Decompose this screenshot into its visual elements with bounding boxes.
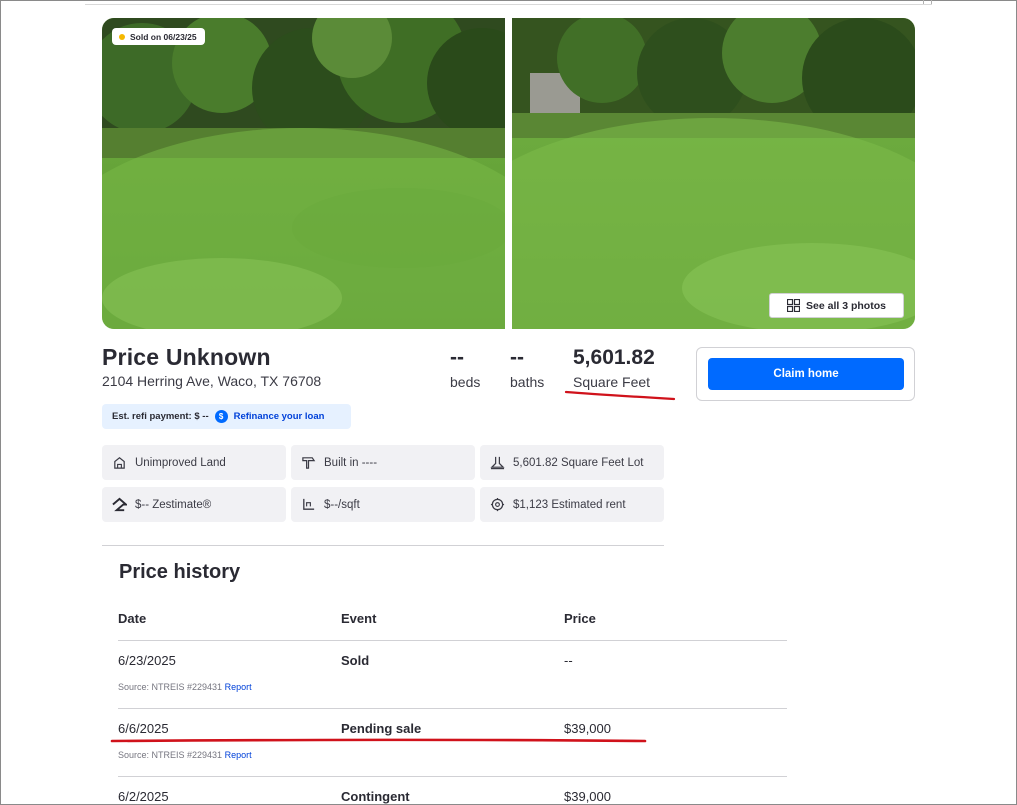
- fact-label: $1,123 Estimated rent: [513, 498, 626, 511]
- row-source-text: Source: NTREIS #229431: [118, 750, 223, 760]
- property-address: 2104 Herring Ave, Waco, TX 76708: [102, 373, 322, 389]
- refi-payment-banner: Est. refi payment: $ -- $ Refinance your…: [102, 404, 351, 429]
- row-event: Contingent: [341, 789, 410, 804]
- row-date: 6/6/2025: [118, 721, 169, 736]
- rent-icon: [489, 497, 505, 513]
- row-event: Sold: [341, 653, 370, 668]
- sold-badge: Sold on 06/23/25: [112, 28, 205, 45]
- row-source-text: Source: NTREIS #229431: [118, 682, 223, 692]
- claim-home-button[interactable]: Claim home: [708, 358, 904, 390]
- report-link[interactable]: Report: [225, 682, 252, 692]
- row-date: 6/23/2025: [118, 653, 176, 668]
- fact-land-type: Unimproved Land: [102, 445, 286, 480]
- sqft-stat: 5,601.82 Square Feet: [573, 346, 655, 390]
- row-divider: [118, 708, 787, 709]
- header-divider: [118, 640, 787, 641]
- zestimate-home-icon: [111, 497, 127, 513]
- report-link[interactable]: Report: [225, 750, 252, 760]
- row-source: Source: NTREIS #229431 Report: [118, 750, 252, 760]
- col-header-date: Date: [118, 611, 147, 626]
- row-price: --: [564, 653, 573, 668]
- row-price: $39,000: [564, 789, 611, 804]
- fact-label: $--/sqft: [324, 498, 360, 511]
- refinance-loan-link[interactable]: Refinance your loan: [234, 411, 325, 422]
- refi-payment-label: Est. refi payment: $ --: [112, 411, 209, 422]
- price-per-sqft-icon: [300, 497, 316, 513]
- col-header-price: Price: [564, 611, 596, 626]
- fact-label: Unimproved Land: [135, 456, 226, 469]
- photo-grid-icon: [787, 299, 801, 312]
- fact-label: 5,601.82 Square Feet Lot: [513, 456, 644, 469]
- photo-2[interactable]: See all 3 photos: [512, 18, 915, 329]
- top-cut-off-strip: [85, 0, 932, 5]
- land-icon: [111, 455, 127, 471]
- facts-grid: Unimproved Land Built in ---- 5,601.82 S…: [102, 445, 664, 523]
- row-divider: [118, 776, 787, 777]
- row-price: $39,000: [564, 721, 611, 736]
- photo-1[interactable]: Sold on 06/23/25: [102, 18, 505, 329]
- dollar-coin-icon: $: [214, 410, 228, 423]
- row-date: 6/2/2025: [118, 789, 169, 804]
- hammer-icon: [300, 455, 316, 471]
- fact-price-per-sqft: $--/sqft: [291, 487, 475, 522]
- price-history-title: Price history: [119, 561, 241, 583]
- beds-stat: -- beds: [450, 346, 480, 390]
- beds-label: beds: [450, 374, 481, 390]
- beds-value: --: [450, 346, 464, 369]
- fact-label: $-- Zestimate®: [135, 498, 212, 511]
- baths-label: baths: [510, 374, 545, 390]
- sold-badge-label: Sold on 06/23/25: [130, 31, 197, 42]
- fact-zestimate: $-- Zestimate®: [102, 487, 286, 522]
- fact-label: Built in ----: [324, 456, 378, 469]
- fact-estimated-rent: $1,123 Estimated rent: [480, 487, 664, 522]
- baths-stat: -- baths: [510, 346, 544, 390]
- sqft-label: Square Feet: [573, 374, 651, 390]
- see-all-photos-button[interactable]: See all 3 photos: [769, 293, 904, 318]
- fact-lot-size: 5,601.82 Square Feet Lot: [480, 445, 664, 480]
- see-all-photos-label: See all 3 photos: [806, 299, 886, 312]
- price-title: Price Unknown: [102, 344, 271, 370]
- col-header-event: Event: [341, 611, 377, 626]
- row-event: Pending sale: [341, 721, 422, 736]
- photo-gallery[interactable]: Sold on 06/23/25 See all 3 photos: [102, 18, 915, 329]
- fact-built-year: Built in ----: [291, 445, 475, 480]
- claim-home-card: Claim home: [696, 347, 915, 401]
- row-source: Source: NTREIS #229431 Report: [118, 682, 252, 692]
- section-divider: [102, 545, 664, 546]
- sold-status-dot-icon: [119, 33, 125, 40]
- sqft-value: 5,601.82: [573, 346, 655, 369]
- lot-size-icon: [489, 455, 505, 471]
- baths-value: --: [510, 346, 524, 369]
